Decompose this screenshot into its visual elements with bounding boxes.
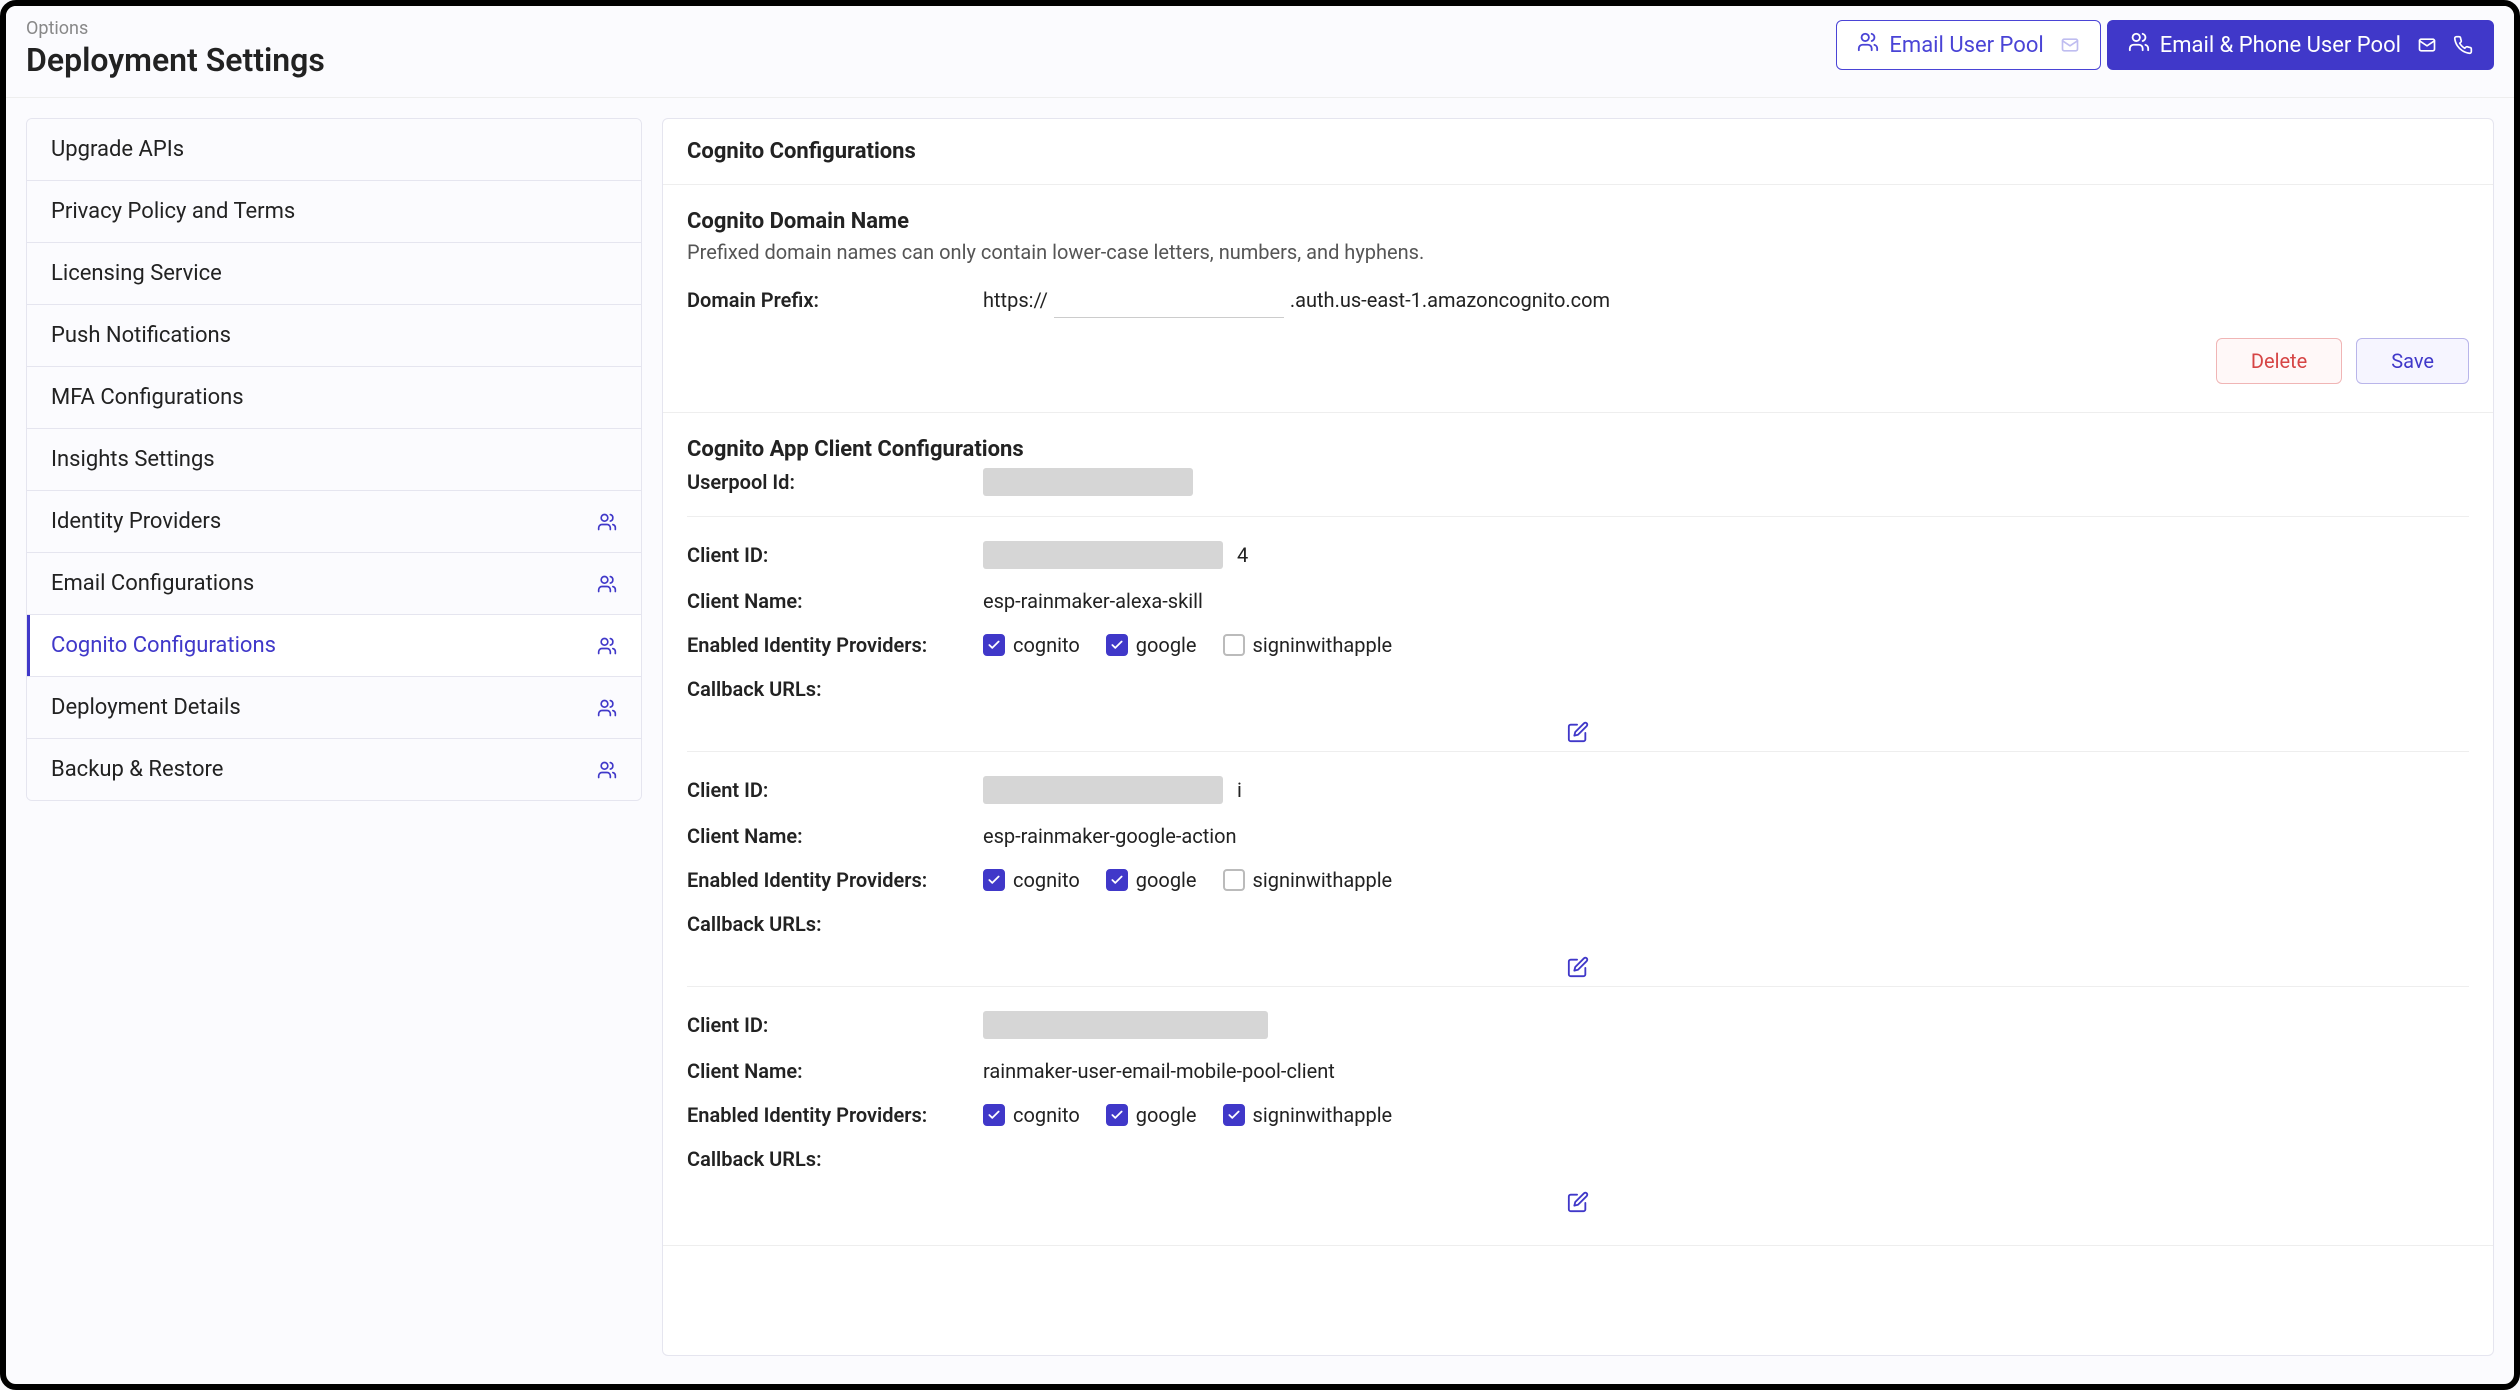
main-panel: Cognito Configurations Cognito Domain Na… bbox=[662, 118, 2494, 1356]
main-title: Cognito Configurations bbox=[663, 119, 2493, 185]
domain-https-prefix: https:// bbox=[983, 288, 1048, 312]
domain-prefix-label: Domain Prefix: bbox=[687, 288, 967, 312]
checkbox-apple[interactable] bbox=[1223, 634, 1245, 656]
checkbox-cognito-label: cognito bbox=[1013, 1103, 1080, 1127]
sidebar-item-label: Privacy Policy and Terms bbox=[51, 199, 295, 224]
sidebar-item-label: Backup & Restore bbox=[51, 757, 223, 782]
sidebar-item-backup-restore[interactable]: Backup & Restore bbox=[27, 739, 641, 800]
sidebar-item-label: Cognito Configurations bbox=[51, 633, 276, 658]
checkbox-cognito[interactable] bbox=[983, 1104, 1005, 1126]
sidebar-item-label: Insights Settings bbox=[51, 447, 215, 472]
app-client-heading: Cognito App Client Configurations bbox=[687, 437, 2469, 462]
mail-icon bbox=[2060, 35, 2080, 55]
checkbox-apple[interactable] bbox=[1223, 869, 1245, 891]
client-id-label: Client ID: bbox=[687, 1013, 967, 1037]
client-id-redacted bbox=[983, 1011, 1268, 1039]
users-icon bbox=[597, 512, 617, 532]
sidebar-item-label: Email Configurations bbox=[51, 571, 254, 596]
callback-label: Callback URLs: bbox=[687, 912, 967, 936]
sidebar-item-push[interactable]: Push Notifications bbox=[27, 305, 641, 367]
domain-prefix-input[interactable] bbox=[1054, 282, 1284, 318]
callback-label: Callback URLs: bbox=[687, 677, 967, 701]
edit-icon[interactable] bbox=[1567, 1191, 1589, 1217]
checkbox-google[interactable] bbox=[1106, 634, 1128, 656]
checkbox-google[interactable] bbox=[1106, 1104, 1128, 1126]
sidebar-item-label: Push Notifications bbox=[51, 323, 231, 348]
checkbox-apple-label: signinwithapple bbox=[1253, 633, 1393, 657]
edit-icon[interactable] bbox=[1567, 721, 1589, 747]
checkbox-cognito-label: cognito bbox=[1013, 868, 1080, 892]
phone-icon bbox=[2453, 35, 2473, 55]
sidebar-item-deployment-details[interactable]: Deployment Details bbox=[27, 677, 641, 739]
userpool-id-label: Userpool Id: bbox=[687, 470, 967, 494]
client-id-trailing: i bbox=[1237, 778, 1242, 802]
edit-icon[interactable] bbox=[1567, 956, 1589, 982]
delete-button[interactable]: Delete bbox=[2216, 338, 2342, 384]
users-icon bbox=[597, 698, 617, 718]
providers-label: Enabled Identity Providers: bbox=[687, 633, 967, 657]
sidebar-item-label: Upgrade APIs bbox=[51, 137, 184, 162]
client-name-label: Client Name: bbox=[687, 824, 967, 848]
client-name-value: rainmaker-user-email-mobile-pool-client bbox=[983, 1059, 1335, 1083]
users-icon bbox=[2128, 31, 2150, 59]
checkbox-google-label: google bbox=[1136, 868, 1197, 892]
sidebar-item-identity-providers[interactable]: Identity Providers bbox=[27, 491, 641, 553]
save-button[interactable]: Save bbox=[2356, 338, 2469, 384]
users-icon bbox=[597, 636, 617, 656]
sidebar-item-label: Licensing Service bbox=[51, 261, 222, 286]
checkbox-cognito[interactable] bbox=[983, 869, 1005, 891]
sidebar-item-privacy[interactable]: Privacy Policy and Terms bbox=[27, 181, 641, 243]
client-name-value: esp-rainmaker-alexa-skill bbox=[983, 589, 1203, 613]
checkbox-apple[interactable] bbox=[1223, 1104, 1245, 1126]
sidebar-item-licensing[interactable]: Licensing Service bbox=[27, 243, 641, 305]
providers-label: Enabled Identity Providers: bbox=[687, 868, 967, 892]
client-name-value: esp-rainmaker-google-action bbox=[983, 824, 1237, 848]
checkbox-apple-label: signinwithapple bbox=[1253, 868, 1393, 892]
providers-label: Enabled Identity Providers: bbox=[687, 1103, 967, 1127]
users-icon bbox=[1857, 31, 1879, 59]
client-id-redacted bbox=[983, 541, 1223, 569]
checkbox-cognito-label: cognito bbox=[1013, 633, 1080, 657]
users-icon bbox=[597, 574, 617, 594]
email-user-pool-label: Email User Pool bbox=[1889, 33, 2043, 58]
mail-icon bbox=[2417, 35, 2437, 55]
client-id-label: Client ID: bbox=[687, 778, 967, 802]
checkbox-google-label: google bbox=[1136, 633, 1197, 657]
sidebar-item-label: Deployment Details bbox=[51, 695, 241, 720]
sidebar: Upgrade APIs Privacy Policy and Terms Li… bbox=[26, 118, 642, 801]
sidebar-item-mfa[interactable]: MFA Configurations bbox=[27, 367, 641, 429]
email-phone-user-pool-button[interactable]: Email & Phone User Pool bbox=[2107, 20, 2494, 70]
checkbox-cognito[interactable] bbox=[983, 634, 1005, 656]
sidebar-item-upgrade-apis[interactable]: Upgrade APIs bbox=[27, 119, 641, 181]
client-id-trailing: 4 bbox=[1237, 543, 1248, 567]
client-name-label: Client Name: bbox=[687, 589, 967, 613]
domain-heading: Cognito Domain Name bbox=[687, 209, 2469, 234]
sidebar-item-label: MFA Configurations bbox=[51, 385, 244, 410]
userpool-id-redacted bbox=[983, 468, 1193, 496]
sidebar-item-insights[interactable]: Insights Settings bbox=[27, 429, 641, 491]
sidebar-item-cognito-config[interactable]: Cognito Configurations bbox=[27, 615, 641, 677]
client-name-label: Client Name: bbox=[687, 1059, 967, 1083]
email-phone-user-pool-label: Email & Phone User Pool bbox=[2160, 33, 2401, 58]
sidebar-item-email-config[interactable]: Email Configurations bbox=[27, 553, 641, 615]
checkbox-google[interactable] bbox=[1106, 869, 1128, 891]
domain-subtext: Prefixed domain names can only contain l… bbox=[687, 240, 2469, 264]
checkbox-apple-label: signinwithapple bbox=[1253, 1103, 1393, 1127]
users-icon bbox=[597, 760, 617, 780]
checkbox-google-label: google bbox=[1136, 1103, 1197, 1127]
client-id-label: Client ID: bbox=[687, 543, 967, 567]
sidebar-item-label: Identity Providers bbox=[51, 509, 221, 534]
email-user-pool-button[interactable]: Email User Pool bbox=[1836, 20, 2100, 70]
client-id-redacted bbox=[983, 776, 1223, 804]
callback-label: Callback URLs: bbox=[687, 1147, 967, 1171]
domain-suffix: .auth.us-east-1.amazoncognito.com bbox=[1290, 288, 1610, 312]
